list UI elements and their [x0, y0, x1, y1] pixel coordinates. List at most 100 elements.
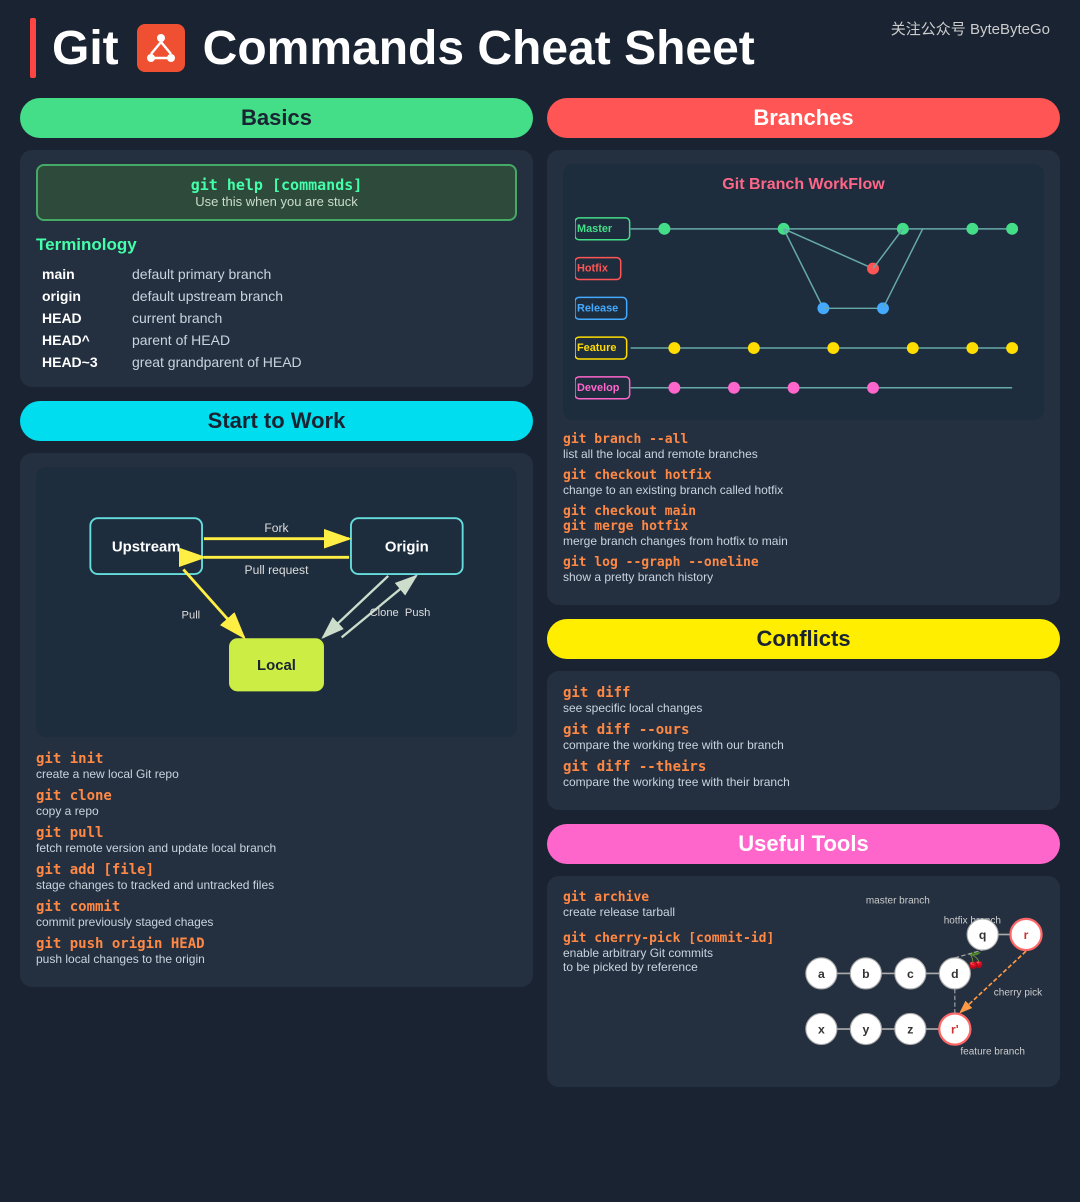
branch-cmd-item: git checkout maingit merge hotfixmerge b… [563, 504, 1044, 548]
term-row: maindefault primary branch [36, 263, 517, 285]
svg-text:feature branch: feature branch [961, 1046, 1026, 1057]
tools-content: git archivecreate release tarball git che… [563, 890, 1044, 1073]
svg-text:Upstream: Upstream [112, 540, 181, 556]
branch-cmd-desc: show a pretty branch history [563, 570, 1044, 584]
term-desc: current branch [126, 307, 517, 329]
stw-cmd-name: git pull [36, 825, 517, 841]
conflict-cmd-item: git diffsee specific local changes [563, 685, 1044, 715]
conflict-cmd-desc: compare the working tree with our branch [563, 738, 1044, 752]
conflicts-panel: git diffsee specific local changesgit di… [547, 671, 1060, 810]
tools-cmd-item: git cherry-pick [commit-id]enable arbitr… [563, 931, 776, 974]
branch-workflow-title: Git Branch WorkFlow [575, 176, 1032, 194]
conflict-cmd-desc: compare the working tree with their bran… [563, 775, 1044, 789]
svg-text:Release: Release [577, 302, 618, 314]
svg-text:d: d [951, 967, 958, 981]
branch-cmd-name: git merge hotfix [563, 519, 1044, 534]
branch-cmd-desc: list all the local and remote branches [563, 447, 1044, 461]
term-desc: default primary branch [126, 263, 517, 285]
term-row: origindefault upstream branch [36, 285, 517, 307]
term-desc: default upstream branch [126, 285, 517, 307]
svg-text:master branch: master branch [866, 895, 930, 906]
branch-flow-svg: Master Hotfix [575, 204, 1032, 403]
conflicts-header: Conflicts [547, 619, 1060, 659]
svg-text:Push: Push [405, 607, 430, 619]
branch-cmd-name: git branch --all [563, 432, 1044, 447]
svg-text:Pull request: Pull request [245, 563, 310, 577]
cherry-pick-svg: master branch hotfix branch feature bran… [788, 890, 1044, 1068]
stw-cmd-item: git push origin HEADpush local changes t… [36, 936, 517, 966]
stw-cmd-desc: copy a repo [36, 804, 517, 818]
stw-cmd-item: git initcreate a new local Git repo [36, 751, 517, 781]
branch-cmd-desc: merge branch changes from hotfix to main [563, 534, 1044, 548]
branch-commands: git branch --alllist all the local and r… [563, 432, 1044, 584]
stw-cmd-desc: commit previously staged chages [36, 915, 517, 929]
git-help-cmd: git help [commands] [52, 176, 501, 194]
start-to-work-panel: Upstream Origin Local Fork Pull request [20, 453, 533, 987]
svg-text:Origin: Origin [385, 540, 429, 556]
terminology-title: Terminology [36, 235, 517, 255]
git-text: Git [52, 21, 119, 76]
workflow-svg: Upstream Origin Local Fork Pull request [50, 481, 503, 723]
term-desc: parent of HEAD [126, 329, 517, 351]
conflict-cmd-item: git diff --ourscompare the working tree … [563, 722, 1044, 752]
stw-cmd-item: git clonecopy a repo [36, 788, 517, 818]
conflict-cmd-name: git diff --theirs [563, 759, 1044, 775]
svg-text:r': r' [951, 1022, 959, 1036]
stw-commands: git initcreate a new local Git repo git c… [36, 751, 517, 966]
git-help-desc: Use this when you are stuck [52, 194, 501, 209]
svg-text:Pull: Pull [182, 610, 201, 622]
commands-cheatsheet-text: Commands Cheat Sheet [203, 21, 755, 76]
svg-text:Local: Local [257, 658, 296, 674]
stw-cmd-desc: create a new local Git repo [36, 767, 517, 781]
main-layout: Basics git help [commands] Use this when… [0, 88, 1080, 1107]
basics-header: Basics [20, 98, 533, 138]
useful-tools-panel: git archivecreate release tarball git che… [547, 876, 1060, 1087]
header-title: Git Commands Cheat Sheet [52, 20, 755, 76]
branch-cmd-name: git checkout hotfix [563, 468, 1044, 483]
tools-cmd-name: git cherry-pick [commit-id] [563, 931, 776, 946]
start-to-work-section: Start to Work Upstream Origin Local [20, 401, 533, 987]
conflict-cmd-item: git diff --theirscompare the working tre… [563, 759, 1044, 789]
start-to-work-header: Start to Work [20, 401, 533, 441]
term-desc: great grandparent of HEAD [126, 351, 517, 373]
svg-text:Master: Master [577, 223, 613, 235]
useful-tools-header: Useful Tools [547, 824, 1060, 864]
tools-cmd-desc: enable arbitrary Git commitsto be picked… [563, 946, 776, 974]
svg-text:q: q [979, 928, 986, 942]
stw-cmd-name: git push origin HEAD [36, 936, 517, 952]
term-name: HEAD^ [36, 329, 126, 351]
useful-tools-section: Useful Tools git archivecreate release t… [547, 824, 1060, 1087]
svg-text:b: b [862, 967, 869, 981]
term-row: HEAD~3great grandparent of HEAD [36, 351, 517, 373]
term-name: main [36, 263, 126, 285]
workflow-diagram: Upstream Origin Local Fork Pull request [36, 467, 517, 737]
basics-panel: git help [commands] Use this when you ar… [20, 150, 533, 387]
svg-text:Fork: Fork [264, 521, 289, 535]
conflict-commands: git diffsee specific local changesgit di… [563, 685, 1044, 789]
svg-text:Feature: Feature [577, 342, 616, 354]
stw-cmd-desc: stage changes to tracked and untracked f… [36, 878, 517, 892]
svg-text:Develop: Develop [577, 382, 620, 394]
branch-cmd-desc: change to an existing branch called hotf… [563, 483, 1044, 497]
term-name: HEAD~3 [36, 351, 126, 373]
git-logo-icon [133, 20, 189, 76]
tools-cmd-item: git archivecreate release tarball [563, 890, 776, 919]
branches-header: Branches [547, 98, 1060, 138]
svg-text:y: y [863, 1022, 870, 1036]
stw-cmd-name: git init [36, 751, 517, 767]
stw-cmd-name: git clone [36, 788, 517, 804]
tools-commands: git archivecreate release tarball git che… [563, 890, 776, 986]
stw-cmd-name: git commit [36, 899, 517, 915]
left-column: Basics git help [commands] Use this when… [20, 98, 533, 1087]
svg-text:r: r [1024, 928, 1029, 942]
conflicts-section: Conflicts git diffsee specific local cha… [547, 619, 1060, 810]
conflict-cmd-name: git diff [563, 685, 1044, 701]
git-help-box: git help [commands] Use this when you ar… [36, 164, 517, 221]
svg-text:cherry pick: cherry pick [994, 987, 1043, 998]
svg-text:a: a [818, 967, 825, 981]
branch-cmd-item: git branch --alllist all the local and r… [563, 432, 1044, 461]
branch-cmd-name: git log --graph --oneline [563, 555, 1044, 570]
right-column: Branches Git Branch WorkFlow Master [547, 98, 1060, 1087]
tools-cmd-name: git archive [563, 890, 776, 905]
cherry-pick-diagram: master branch hotfix branch feature bran… [788, 890, 1044, 1073]
